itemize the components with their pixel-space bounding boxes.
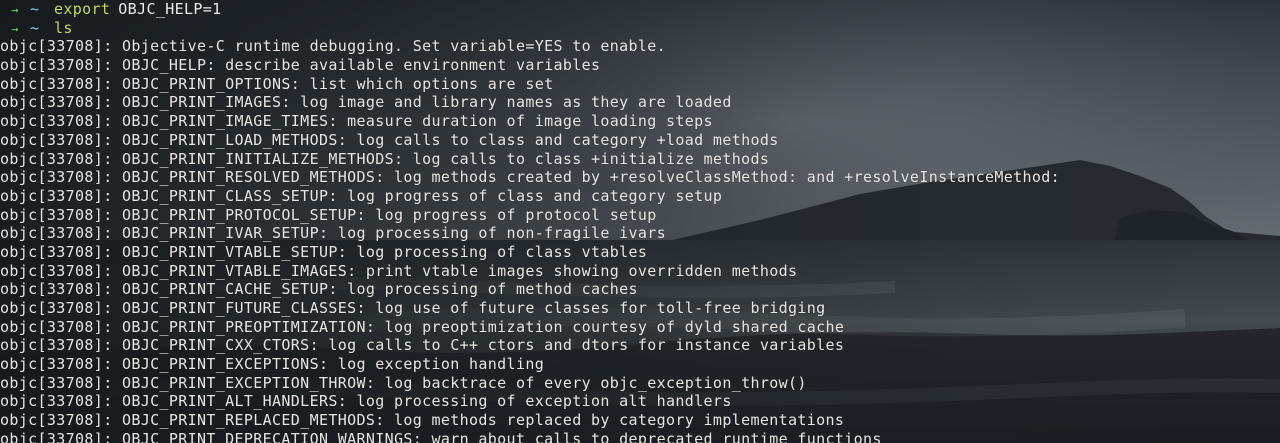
- output-line: objc[33708]: OBJC_PRINT_CXX_CTORS: log c…: [0, 336, 845, 355]
- output-line: objc[33708]: OBJC_PRINT_IMAGES: log imag…: [0, 93, 732, 112]
- output-line: objc[33708]: OBJC_PRINT_EXCEPTION_THROW:…: [0, 373, 807, 392]
- output-line: objc[33708]: Objective-C runtime debuggi…: [0, 37, 667, 56]
- output-line: objc[33708]: OBJC_PRINT_IMAGE_TIMES: mea…: [0, 112, 713, 131]
- output-line: objc[33708]: OBJC_PRINT_REPLACED_METHODS…: [0, 411, 845, 430]
- output-line: objc[33708]: OBJC_PRINT_CACHE_SETUP: log…: [0, 280, 638, 299]
- prompt-line-1: → ~ export OBJC_HELP=1: [0, 0, 1280, 19]
- prompt-cwd: ~: [30, 0, 40, 18]
- output-line: objc[33708]: OBJC_PRINT_ALT_HANDLERS: lo…: [0, 392, 732, 411]
- output-line: objc[33708]: OBJC_PRINT_CLASS_SETUP: log…: [0, 186, 723, 205]
- output-line: objc[33708]: OBJC_PRINT_PROTOCOL_SETUP: …: [0, 205, 657, 224]
- prompt-arrow-icon: →: [11, 3, 19, 17]
- prompt-arrow-icon: →: [11, 21, 19, 36]
- terminal-window[interactable]: → ~ export OBJC_HELP=1 → ~ ls objc[33708…: [0, 0, 1280, 443]
- output-line: objc[33708]: OBJC_PRINT_VTABLE_SETUP: lo…: [0, 242, 648, 261]
- output-line: objc[33708]: OBJC_PRINT_DEPRECATION_WARN…: [0, 429, 882, 443]
- output-line: objc[33708]: OBJC_PRINT_FUTURE_CLASSES: …: [0, 299, 826, 317]
- prompt-cwd: ~: [30, 18, 40, 37]
- output-line: objc[33708]: OBJC_PRINT_PREOPTIMIZATION:…: [0, 317, 845, 336]
- prompt-command: ls: [54, 18, 73, 37]
- output-line: objc[33708]: OBJC_PRINT_OPTIONS: list wh…: [0, 74, 554, 93]
- prompt-command: export: [54, 0, 111, 18]
- output-line: objc[33708]: OBJC_PRINT_RESOLVED_METHODS…: [0, 168, 1061, 187]
- output-line: objc[33708]: OBJC_PRINT_EXCEPTIONS: log …: [0, 355, 545, 374]
- output-line: objc[33708]: OBJC_PRINT_LOAD_METHODS: lo…: [0, 130, 779, 149]
- prompt-command-args: OBJC_HELP=1: [118, 0, 222, 18]
- output-line: objc[33708]: OBJC_HELP: describe availab…: [0, 56, 601, 75]
- output-line: objc[33708]: OBJC_PRINT_INITIALIZE_METHO…: [0, 149, 770, 168]
- prompt-line-2: → ~ ls: [0, 19, 1280, 38]
- output-line: objc[33708]: OBJC_PRINT_IVAR_SETUP: log …: [0, 224, 667, 243]
- output-line: objc[33708]: OBJC_PRINT_VTABLE_IMAGES: p…: [0, 261, 798, 280]
